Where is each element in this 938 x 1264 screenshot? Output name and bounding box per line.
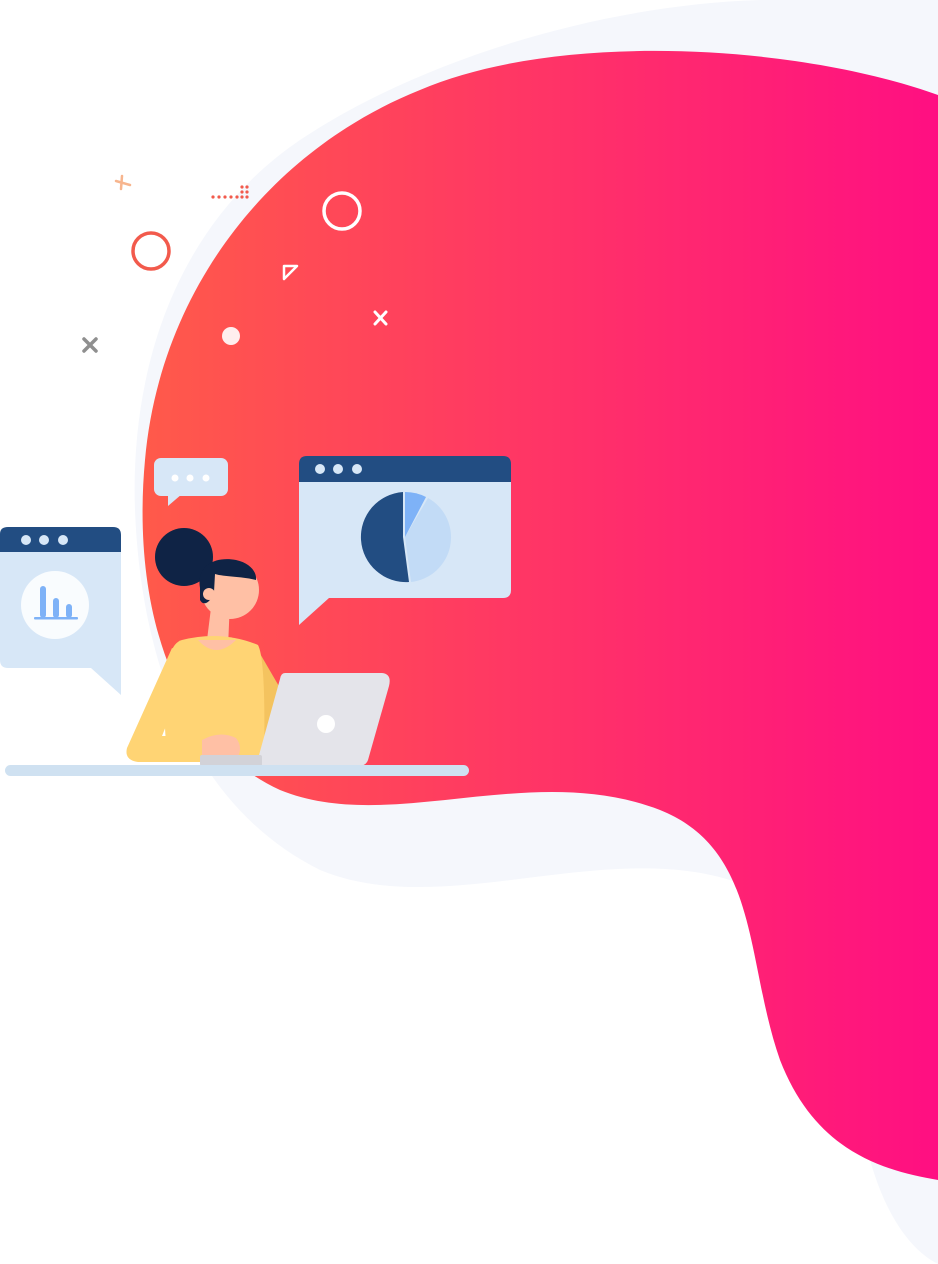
dots-icon bbox=[211, 185, 249, 199]
window-dot bbox=[315, 464, 325, 474]
window-dot bbox=[58, 535, 68, 545]
laptop-logo-icon bbox=[317, 715, 335, 733]
ring-icon bbox=[131, 231, 171, 271]
window-dot bbox=[21, 535, 31, 545]
window-dot bbox=[352, 464, 362, 474]
hero-illustration bbox=[0, 0, 938, 1264]
background-gradient-blob bbox=[142, 50, 938, 1180]
typing-dot bbox=[186, 474, 194, 482]
cross-icon bbox=[82, 337, 98, 353]
plus-icon bbox=[114, 174, 132, 191]
bar-chart-window bbox=[0, 527, 121, 695]
ear bbox=[203, 588, 215, 600]
typing-dot bbox=[171, 474, 179, 482]
window-title-bar bbox=[299, 456, 511, 482]
pie-chart-icon bbox=[360, 491, 452, 583]
typing-dot bbox=[202, 474, 210, 482]
window-dot bbox=[333, 464, 343, 474]
dot-icon bbox=[222, 327, 240, 345]
laptop-base bbox=[200, 755, 262, 766]
desk bbox=[5, 765, 469, 776]
window-dot bbox=[39, 535, 49, 545]
